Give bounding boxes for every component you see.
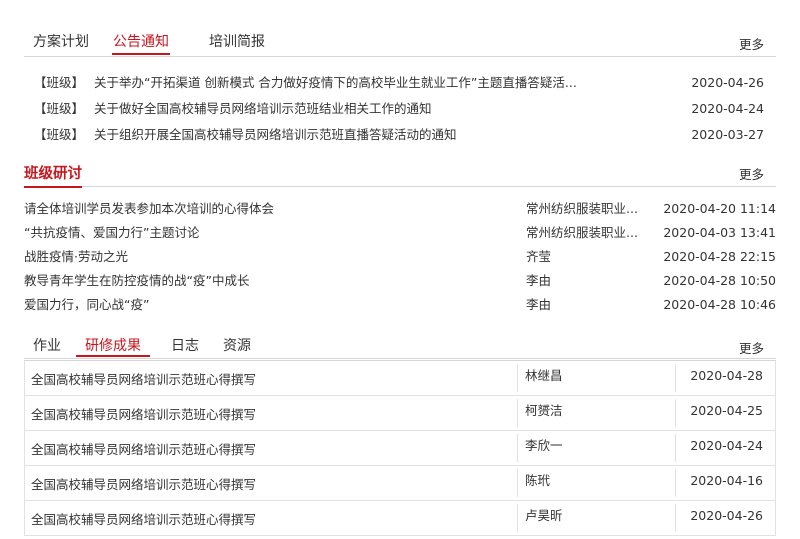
notice-tag: 【班级】 [34,127,85,142]
table-row[interactable]: 全国高校辅导员网络培训示范班心得撰写 卢昊昕 2020-04-26 [24,501,776,536]
notice-more-link[interactable]: 更多 [739,34,764,53]
discussion-author: 齐莹 [526,249,552,264]
tab-resources[interactable]: 资源 [222,334,252,357]
notice-title[interactable]: 关于做好全国高校辅导员网络培训示范班结业相关工作的通知 [94,98,644,120]
result-author: 陈玳 [525,473,551,488]
discussion-author: 常州纺织服装职业... [526,201,638,216]
discussion-date: 2020-04-28 22:15 [663,249,776,264]
list-item[interactable]: 【班级】 关于举办“开拓渠道 创新模式 合力做好疫情下的高校毕业生就业工作”主题… [24,72,776,94]
notice-date: 2020-04-26 [691,75,764,90]
result-author: 李欣一 [525,438,563,453]
notice-title[interactable]: 关于举办“开拓渠道 创新模式 合力做好疫情下的高校毕业生就业工作”主题直播答疑活… [94,72,644,94]
result-author: 卢昊昕 [525,508,563,523]
tab-briefing[interactable]: 培训简报 [208,28,266,55]
notice-tag: 【班级】 [34,75,85,90]
notice-title[interactable]: 关于组织开展全国高校辅导员网络培训示范班直播答疑活动的通知 [94,124,644,146]
table-row[interactable]: 全国高校辅导员网络培训示范班心得撰写 李欣一 2020-04-24 [24,431,776,466]
result-date: 2020-04-24 [690,438,763,453]
column-divider [675,399,676,427]
discussion-title[interactable]: 班级研讨 [24,162,82,188]
result-title[interactable]: 全国高校辅导员网络培训示范班心得撰写 [31,361,256,399]
tab-plan[interactable]: 方案计划 [32,28,90,55]
column-divider [517,434,518,462]
column-divider [675,434,676,462]
column-divider [675,364,676,392]
result-title[interactable]: 全国高校辅导员网络培训示范班心得撰写 [31,501,256,539]
column-divider [675,504,676,532]
result-title[interactable]: 全国高校辅导员网络培训示范班心得撰写 [31,396,256,434]
notice-date: 2020-04-24 [691,101,764,116]
result-date: 2020-04-28 [690,368,763,383]
result-author: 林继昌 [525,368,563,383]
notice-date: 2020-03-27 [691,127,764,142]
discussion-header: 班级研讨 更多 [24,160,776,188]
column-divider [517,504,518,532]
list-item[interactable]: 请全体培训学员发表参加本次培训的心得体会 常州纺织服装职业... 2020-04… [24,198,776,220]
notice-tag: 【班级】 [34,101,85,116]
results-section: 作业 研修成果 日志 资源 更多 全国高校辅导员网络培训示范班心得撰写 林继昌 … [24,334,776,536]
discussion-date: 2020-04-03 13:41 [663,225,776,240]
discussion-section: 班级研讨 更多 请全体培训学员发表参加本次培训的心得体会 常州纺织服装职业...… [24,160,776,320]
table-row[interactable]: 全国高校辅导员网络培训示范班心得撰写 林继昌 2020-04-28 [24,361,776,396]
discussion-topic[interactable]: 教导青年学生在防控疫情的战“疫”中成长 [24,270,504,292]
table-row[interactable]: 全国高校辅导员网络培训示范班心得撰写 陈玳 2020-04-16 [24,466,776,501]
discussion-date: 2020-04-28 10:46 [663,297,776,312]
result-title[interactable]: 全国高校辅导员网络培训示范班心得撰写 [31,431,256,469]
result-date: 2020-04-26 [690,508,763,523]
list-item[interactable]: 战胜疫情·劳动之光 齐莹 2020-04-28 22:15 [24,246,776,268]
discussion-topic[interactable]: 战胜疫情·劳动之光 [24,246,504,268]
results-more-link[interactable]: 更多 [739,338,764,357]
column-divider [517,399,518,427]
discussion-topic[interactable]: 请全体培训学员发表参加本次培训的心得体会 [24,198,504,220]
list-item[interactable]: 【班级】 关于做好全国高校辅导员网络培训示范班结业相关工作的通知 2020-04… [24,98,776,120]
result-author: 柯赟洁 [525,403,563,418]
discussion-author: 李由 [526,273,552,288]
result-title[interactable]: 全国高校辅导员网络培训示范班心得撰写 [31,466,256,504]
column-divider [517,469,518,497]
discussion-author: 常州纺织服装职业... [526,225,638,240]
discussion-more-link[interactable]: 更多 [739,164,764,183]
list-item[interactable]: 爱国力行，同心战“疫” 李由 2020-04-28 10:46 [24,294,776,316]
list-item[interactable]: 【班级】 关于组织开展全国高校辅导员网络培训示范班直播答疑活动的通知 2020-… [24,124,776,146]
notice-section: 方案计划 公告通知 培训简报 更多 【班级】 关于举办“开拓渠道 创新模式 合力… [24,28,776,148]
list-item[interactable]: 教导青年学生在防控疫情的战“疫”中成长 李由 2020-04-28 10:50 [24,270,776,292]
column-divider [675,469,676,497]
results-table: 全国高校辅导员网络培训示范班心得撰写 林继昌 2020-04-28 全国高校辅导… [24,360,776,536]
column-divider [517,364,518,392]
discussion-date: 2020-04-20 11:14 [663,201,776,216]
discussion-topic[interactable]: “共抗疫情、爱国力行”主题讨论 [24,222,504,244]
discussion-topic[interactable]: 爱国力行，同心战“疫” [24,294,504,316]
notice-tabbar: 方案计划 公告通知 培训简报 更多 [24,28,776,57]
discussion-date: 2020-04-28 10:50 [663,273,776,288]
tab-announcements[interactable]: 公告通知 [112,28,170,55]
tab-research-results[interactable]: 研修成果 [76,334,150,357]
list-item[interactable]: “共抗疫情、爱国力行”主题讨论 常州纺织服装职业... 2020-04-03 1… [24,222,776,244]
result-date: 2020-04-25 [690,403,763,418]
table-row[interactable]: 全国高校辅导员网络培训示范班心得撰写 柯赟洁 2020-04-25 [24,396,776,431]
tab-homework[interactable]: 作业 [32,334,62,357]
result-date: 2020-04-16 [690,473,763,488]
results-tabbar: 作业 研修成果 日志 资源 更多 [24,334,776,359]
discussion-author: 李由 [526,297,552,312]
tab-log[interactable]: 日志 [170,334,200,357]
